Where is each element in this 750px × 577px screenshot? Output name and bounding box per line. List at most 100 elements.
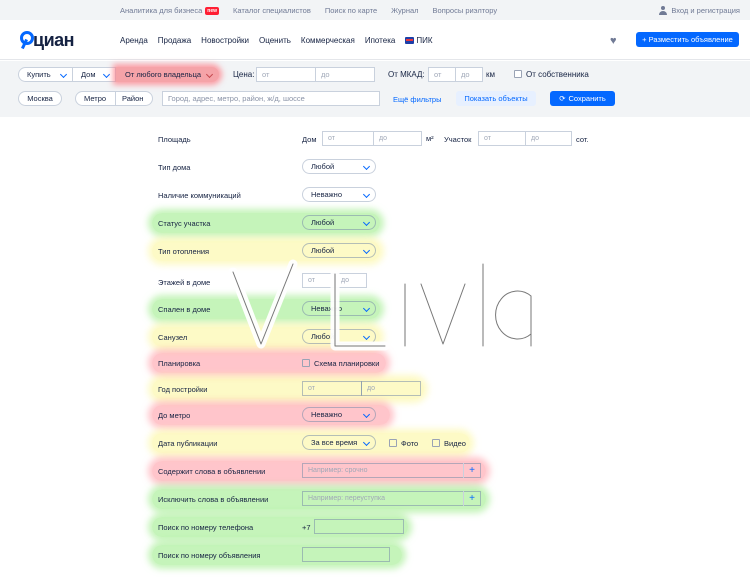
bedrooms-label: Спален в доме <box>158 305 211 314</box>
plot-status-select[interactable]: Любой <box>302 215 376 230</box>
owner-type-select[interactable]: От любого владельца <box>116 67 219 82</box>
nav-sale[interactable]: Продажа <box>158 36 191 45</box>
year-to-input[interactable]: до <box>361 381 421 396</box>
bedrooms-select[interactable]: Неважно <box>302 301 376 316</box>
mkad-unit: км <box>486 70 495 79</box>
house-type-value: Любой <box>311 162 335 171</box>
metro-distance-label: До метро <box>158 411 191 420</box>
pik-logo-icon <box>405 36 415 44</box>
price-from-input[interactable]: от <box>256 67 316 82</box>
floors-label: Этажей в доме <box>158 278 211 287</box>
nav-pik-label: ПИК <box>416 35 433 45</box>
floors-to-input[interactable]: до <box>335 273 367 288</box>
deal-type-value: Купить <box>27 70 51 79</box>
price-label: Цена: <box>233 70 255 79</box>
metro-button[interactable]: Метро <box>75 91 116 106</box>
top-utility-bar: Аналитика для бизнеса new Каталог специал… <box>0 0 750 20</box>
contains-words-input[interactable]: Например: срочно + <box>302 463 481 478</box>
login-link[interactable]: Вход и регистрация <box>659 0 740 20</box>
logo-text: циан <box>33 29 75 50</box>
bedrooms-value: Неважно <box>311 304 342 313</box>
more-filters-link[interactable]: Ещё фильтры <box>393 95 441 104</box>
favorites-heart-icon[interactable]: ♥ <box>610 35 617 47</box>
post-ad-button[interactable]: + Разместить объявление <box>636 32 739 47</box>
bathroom-label: Санузел <box>158 333 188 342</box>
exclude-words-label: Исключить слова в объявлении <box>158 495 269 504</box>
phone-search-label: Поиск по номеру телефона <box>158 523 254 532</box>
plot-status-label: Статус участка <box>158 219 211 228</box>
contains-placeholder: Например: срочно <box>308 467 368 474</box>
metro-distance-select[interactable]: Неважно <box>302 407 376 422</box>
nav-rent[interactable]: Аренда <box>120 36 148 45</box>
nav-pik[interactable]: ПИК <box>405 35 433 45</box>
nav-new-buildings[interactable]: Новостройки <box>201 36 249 45</box>
cian-logo[interactable]: циан <box>18 28 75 52</box>
link-journal[interactable]: Журнал <box>391 6 418 15</box>
chevron-down-icon <box>362 438 371 447</box>
geo-search-input[interactable]: Город, адрес, метро, район, ж/д, шоссе <box>162 91 380 106</box>
deal-type-select[interactable]: Купить <box>18 67 73 82</box>
object-type-select[interactable]: Дом <box>72 67 116 82</box>
publication-label: Дата публикации <box>158 439 218 448</box>
house-type-select[interactable]: Любой <box>302 159 376 174</box>
nav-commercial[interactable]: Коммерческая <box>301 36 355 45</box>
chevron-down-icon <box>362 190 371 199</box>
exclude-words-input[interactable]: Например: переуступка + <box>302 491 481 506</box>
save-search-button[interactable]: ⟳ Сохранить <box>550 91 615 106</box>
link-label: Аналитика для бизнеса <box>120 5 203 15</box>
contains-words-label: Содержит слова в объявлении <box>158 467 266 476</box>
show-objects-button[interactable]: Показать объекты <box>456 91 536 106</box>
main-nav: Аренда Продажа Новостройки Оценить Комме… <box>120 20 443 60</box>
main-header: циан Аренда Продажа Новостройки Оценить … <box>0 20 750 60</box>
nav-mortgage[interactable]: Ипотека <box>365 36 396 45</box>
chevron-down-icon <box>362 410 371 419</box>
chevron-down-icon <box>362 332 371 341</box>
owner-type-value: От любого владельца <box>125 70 202 79</box>
bathroom-select[interactable]: Любой <box>302 329 376 344</box>
plot-area-label: Участок <box>444 135 472 144</box>
house-area-to-input[interactable]: до <box>373 131 422 146</box>
link-business-analytics[interactable]: Аналитика для бизнеса new <box>120 6 219 15</box>
nav-valuation[interactable]: Оценить <box>259 36 291 45</box>
price-to-input[interactable]: до <box>315 67 375 82</box>
utilities-select[interactable]: Неважно <box>302 187 376 202</box>
ad-number-label: Поиск по номеру объявления <box>158 551 261 560</box>
house-area-label: Дом <box>302 135 317 144</box>
phone-input[interactable] <box>314 519 404 534</box>
heating-select[interactable]: Любой <box>302 243 376 258</box>
from-owner-label: От собственника <box>526 70 589 79</box>
district-button[interactable]: Район <box>115 91 153 106</box>
area-label: Площадь <box>158 135 191 144</box>
logo-pin-icon <box>18 31 34 49</box>
video-label: Видео <box>444 439 466 448</box>
city-select[interactable]: Москва <box>18 91 62 106</box>
m2-unit: м² <box>426 134 434 143</box>
link-realtor-questions[interactable]: Вопросы риэлтору <box>433 6 498 15</box>
bathroom-value: Любой <box>311 332 335 341</box>
layout-scheme-checkbox[interactable] <box>302 359 310 367</box>
add-plus-icon[interactable]: + <box>463 463 480 478</box>
chevron-down-icon <box>205 70 214 79</box>
utilities-label: Наличие коммуникаций <box>158 191 241 200</box>
add-plus-icon[interactable]: + <box>463 491 480 506</box>
utilities-value: Неважно <box>311 190 342 199</box>
photo-checkbox[interactable] <box>389 439 397 447</box>
video-checkbox[interactable] <box>432 439 440 447</box>
floors-from-input[interactable]: от <box>302 273 336 288</box>
plot-area-from-input[interactable]: от <box>478 131 526 146</box>
mkad-from-input[interactable]: от <box>428 67 456 82</box>
plot-area-to-input[interactable]: до <box>525 131 572 146</box>
publication-value: За все время <box>311 438 358 447</box>
mkad-to-input[interactable]: до <box>455 67 483 82</box>
year-label: Год постройки <box>158 385 208 394</box>
link-specialists-catalog[interactable]: Каталог специалистов <box>233 6 311 15</box>
year-from-input[interactable]: от <box>302 381 362 396</box>
link-map-search[interactable]: Поиск по карте <box>325 6 377 15</box>
sot-unit: сот. <box>576 135 589 144</box>
chevron-down-icon <box>59 70 68 79</box>
from-owner-checkbox[interactable] <box>514 70 522 78</box>
publication-select[interactable]: За все время <box>302 435 376 450</box>
plot-status-value: Любой <box>311 218 335 227</box>
ad-number-input[interactable] <box>302 547 390 562</box>
house-area-from-input[interactable]: от <box>322 131 374 146</box>
